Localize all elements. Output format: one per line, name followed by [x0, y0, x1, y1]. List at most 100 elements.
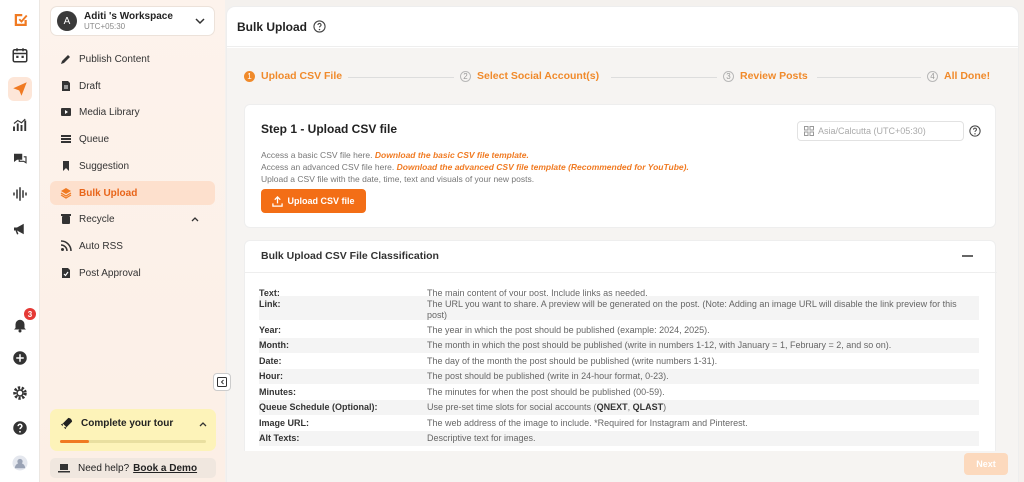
queue-icon	[61, 135, 71, 143]
send-icon[interactable]	[8, 77, 32, 101]
collapse-classification-icon[interactable]	[962, 255, 973, 257]
recycle-icon	[61, 214, 71, 224]
field-key: Month:	[259, 340, 289, 350]
table-row: Date: The day of the month the post shou…	[259, 356, 979, 367]
sidebar-item-suggestion[interactable]: Suggestion	[50, 154, 215, 178]
sidebar-item-auto-rss[interactable]: Auto RSS	[50, 234, 215, 258]
sidebar-item-label: Media Library	[79, 106, 140, 118]
media-icon	[61, 108, 71, 116]
step-all-done[interactable]: 4 All Done!	[927, 70, 990, 82]
sidebar-item-label: Recycle	[79, 213, 115, 225]
field-desc: The post should be published (write in 2…	[427, 371, 669, 381]
field-desc: The day of the month the post should be …	[427, 356, 718, 366]
upload-csv-label: Upload CSV file	[287, 196, 355, 206]
table-row: Year: The year in which the post should …	[259, 325, 979, 336]
sidebar-item-queue[interactable]: Queue	[50, 127, 215, 151]
download-advanced-template-link[interactable]: Download the advanced CSV file template …	[397, 162, 689, 172]
upload-csv-button[interactable]: Upload CSV file	[261, 189, 366, 213]
chat-icon[interactable]	[8, 147, 32, 171]
field-desc: The month in which the post should be pu…	[427, 340, 892, 350]
notification-badge: 3	[24, 308, 36, 320]
sidebar-item-post-approval[interactable]: Post Approval	[50, 261, 215, 285]
logo-icon[interactable]	[8, 8, 32, 32]
step-label: Review Posts	[740, 70, 808, 82]
table-row: Month: The month in which the post shoul…	[259, 338, 979, 353]
sidebar-item-label: Draft	[79, 80, 101, 92]
chevron-up-icon[interactable]	[198, 419, 208, 429]
rss-icon	[60, 240, 72, 252]
step-upload-csv[interactable]: 1 Upload CSV File	[244, 70, 342, 82]
table-row: Alt Texts: Descriptive text for images.	[259, 431, 979, 446]
sidebar-item-publish-content[interactable]: Publish Content	[50, 47, 215, 71]
step-label: Upload CSV File	[261, 70, 343, 82]
field-key: Date:	[259, 356, 282, 366]
book-demo-link[interactable]: Book a Demo	[133, 463, 197, 474]
field-desc: Use pre-set time slots for social accoun…	[427, 402, 667, 412]
icon-rail: 3	[0, 0, 40, 482]
upload-icon	[272, 195, 284, 207]
gear-icon[interactable]	[8, 381, 32, 405]
sidebar-item-bulk-upload[interactable]: Bulk Upload	[50, 181, 215, 205]
content-area: 1 Upload CSV File 2 Select Social Accoun…	[227, 48, 1018, 482]
upload-instruction: Upload a CSV file with the date, time, t…	[261, 174, 535, 184]
timezone-help-icon[interactable]	[969, 125, 981, 137]
field-key: Alt Texts:	[259, 433, 300, 443]
step-number: 2	[460, 70, 471, 82]
step-review-posts[interactable]: 3 Review Posts	[723, 70, 808, 82]
step-number: 1	[244, 70, 255, 82]
stepper: 1 Upload CSV File 2 Select Social Accoun…	[244, 70, 991, 84]
sidebar-item-label: Suggestion	[79, 160, 130, 172]
step-select-social-accounts[interactable]: 2 Select Social Account(s)	[460, 70, 599, 82]
layers-icon	[60, 188, 72, 199]
pencil-icon	[61, 55, 70, 64]
sidebar-item-label: Queue	[79, 133, 110, 145]
bell-icon[interactable]: 3	[8, 308, 36, 337]
field-key: Minutes:	[259, 387, 296, 397]
field-key: Queue Schedule (Optional):	[259, 402, 378, 412]
sidebar-item-draft[interactable]: Draft	[50, 74, 215, 98]
bookmark-icon	[63, 161, 69, 171]
profile-avatar-icon[interactable]	[8, 451, 32, 475]
timezone-placeholder: Asia/Calcutta (UTC+05:30)	[818, 126, 926, 136]
calendar-icon[interactable]	[8, 43, 32, 67]
table-row: Hour: The post should be published (writ…	[259, 369, 979, 384]
workspace-timezone: UTC+05:30	[84, 21, 126, 31]
chevron-up-icon[interactable]	[190, 214, 200, 224]
classification-title: Bulk Upload CSV File Classification	[261, 250, 439, 262]
question-icon[interactable]	[313, 20, 326, 33]
workspace-switcher[interactable]: A Aditi 's Workspace UTC+05:30	[50, 6, 215, 36]
sidebar-item-label: Post Approval	[79, 267, 141, 279]
step1-title: Step 1 - Upload CSV file	[261, 122, 398, 136]
field-desc: The minutes for when the post should be …	[427, 387, 665, 397]
timezone-select[interactable]: Asia/Calcutta (UTC+05:30)	[797, 121, 964, 141]
collapse-icon	[217, 377, 227, 387]
table-row: Minutes: The minutes for when the post s…	[259, 387, 979, 398]
table-row: Queue Schedule (Optional): Use pre-set t…	[259, 400, 979, 415]
field-desc: The URL you want to share. A preview wil…	[427, 299, 957, 320]
step-number: 3	[723, 70, 734, 82]
sidebar-item-label: Bulk Upload	[79, 187, 138, 199]
laptop-icon	[58, 464, 70, 473]
add-icon[interactable]	[8, 346, 32, 370]
megaphone-icon[interactable]	[8, 217, 32, 241]
complete-tour-card[interactable]: Complete your tour	[50, 409, 216, 451]
step-label: Select Social Account(s)	[477, 70, 600, 82]
help-icon[interactable]	[8, 416, 32, 440]
advanced-csv-text: Access an advanced CSV file here.	[261, 162, 395, 172]
analytics-icon[interactable]	[8, 113, 32, 137]
draft-icon	[62, 81, 70, 91]
field-key: Image URL:	[259, 418, 310, 428]
sidebar-item-recycle[interactable]: Recycle	[50, 207, 215, 231]
chevron-down-icon	[195, 18, 205, 25]
listening-icon[interactable]	[8, 182, 32, 206]
next-button[interactable]: Next	[964, 453, 1008, 475]
collapse-sidebar-button[interactable]	[213, 373, 231, 391]
workspace-name: Aditi 's Workspace	[84, 10, 173, 22]
help-text: Need help?	[78, 462, 130, 474]
download-basic-template-link[interactable]: Download the basic CSV file template.	[375, 150, 529, 160]
grid-icon	[804, 126, 814, 136]
field-key: Year:	[259, 325, 282, 335]
page-title: Bulk Upload	[237, 19, 308, 34]
sidebar-item-media-library[interactable]: Media Library	[50, 100, 215, 124]
approval-icon	[62, 268, 70, 278]
